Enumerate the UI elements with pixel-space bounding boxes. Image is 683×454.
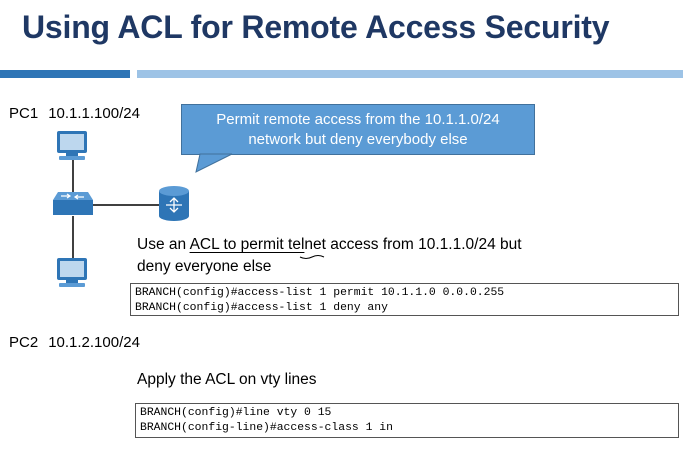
step1-underlined: ACL to permit tel [189, 236, 305, 253]
step1-suffix: net access from 10.1.1.0/24 but [304, 236, 522, 253]
router-icon[interactable] [159, 186, 189, 221]
cli-command: BRANCH(config)#access-list 1 deny any [135, 302, 388, 314]
pc2-address: 10.1.2.100/24 [48, 334, 140, 351]
pc1-computer-icon[interactable] [57, 131, 87, 160]
switch-icon[interactable] [53, 192, 93, 215]
callout-pointer [195, 153, 233, 173]
step2-text: Apply the ACL on vty lines [137, 371, 317, 388]
pc2-name: PC2 [9, 334, 39, 351]
step1-prefix: Use an [137, 236, 190, 253]
ink-mark [299, 255, 325, 259]
cli-vty-commands: BRANCH(config)#line vty 0 15 BRANCH(conf… [135, 403, 679, 438]
cli-command: BRANCH(config-line)#access-class 1 in [140, 422, 393, 434]
cli-command: BRANCH(config)#line vty 0 15 [140, 407, 332, 419]
network-diagram [53, 131, 325, 287]
pc2-computer-icon[interactable] [57, 258, 87, 287]
cli-command: BRANCH(config)#access-list 1 permit 10.1… [135, 287, 505, 299]
step1-line-2: deny everyone else [137, 258, 272, 275]
pc2-label: PC2 10.1.2.100/24 [9, 334, 140, 351]
cli-acl-commands: BRANCH(config)#access-list 1 permit 10.1… [130, 283, 679, 316]
step1-line-1: Use an ACL to permit telnet access from … [137, 236, 522, 254]
